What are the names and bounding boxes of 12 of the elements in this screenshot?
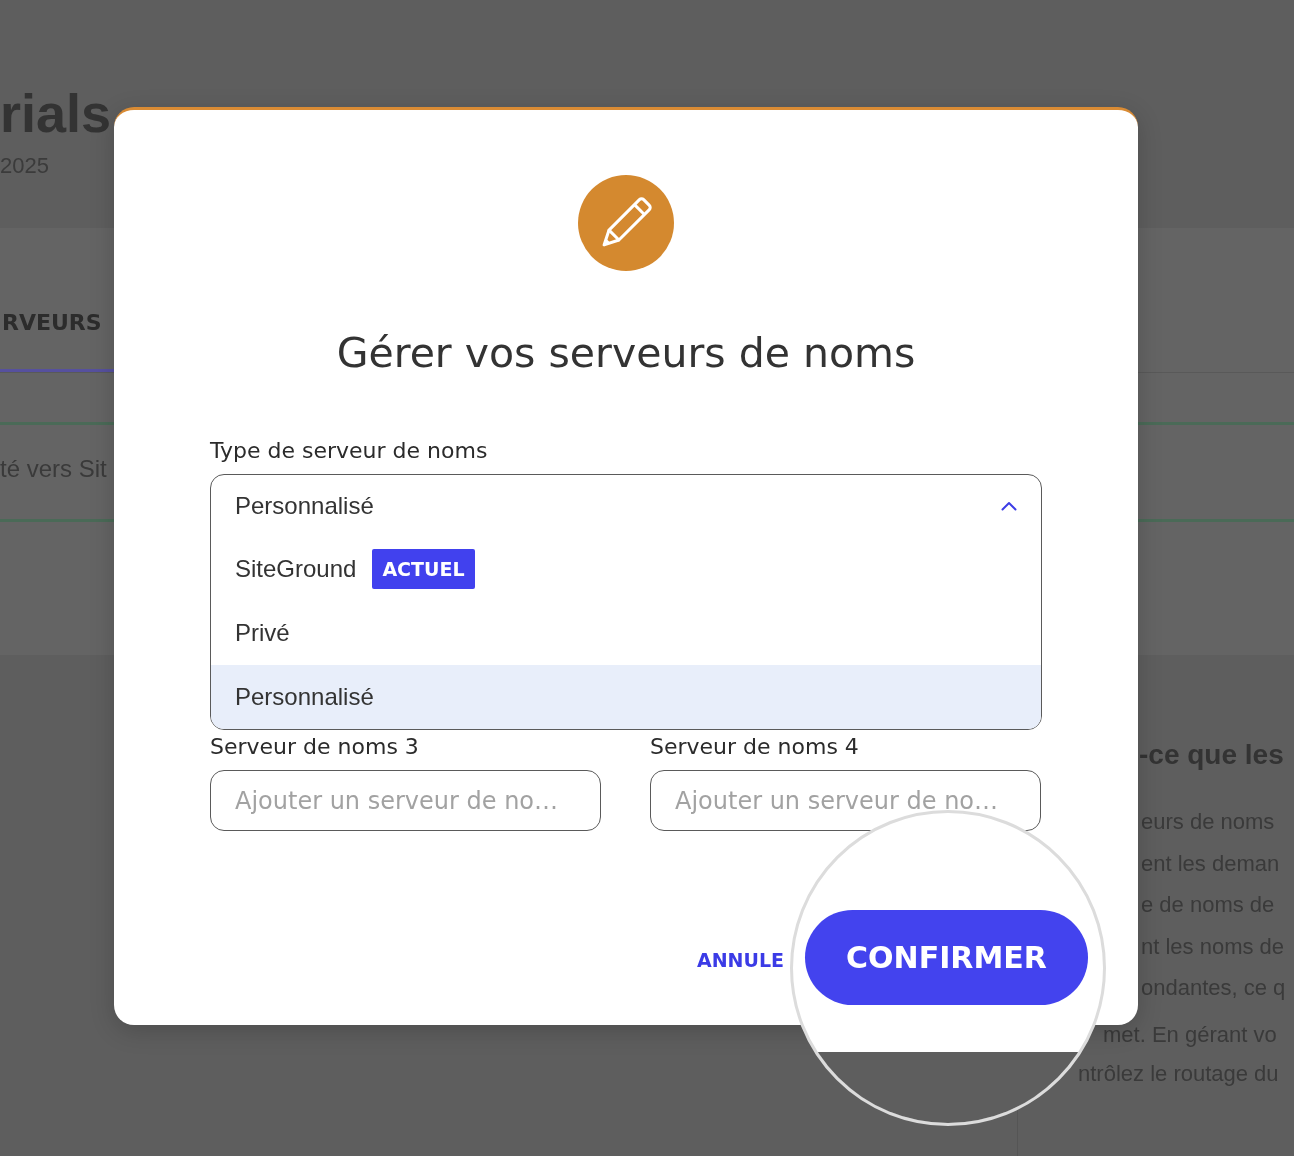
current-badge: ACTUEL (372, 549, 475, 589)
nameserver-input[interactable]: Ajouter un serveur de no… (210, 770, 601, 831)
field-label: Serveur de noms 3 (210, 735, 419, 759)
dialog-title: Gérer vos serveurs de noms (336, 329, 916, 377)
dropdown-option[interactable]: Personnalisé (211, 665, 1041, 729)
confirm-button[interactable]: CONFIRMER (805, 910, 1088, 1005)
dropdown-toggle[interactable]: Personnalisé (211, 475, 1041, 537)
cancel-button[interactable]: ANNULE (697, 948, 785, 972)
pencil-icon (578, 175, 674, 271)
field-label: Serveur de noms 4 (650, 735, 859, 759)
chevron-up-icon (1001, 501, 1017, 511)
field-label: Type de serveur de noms (210, 438, 488, 464)
